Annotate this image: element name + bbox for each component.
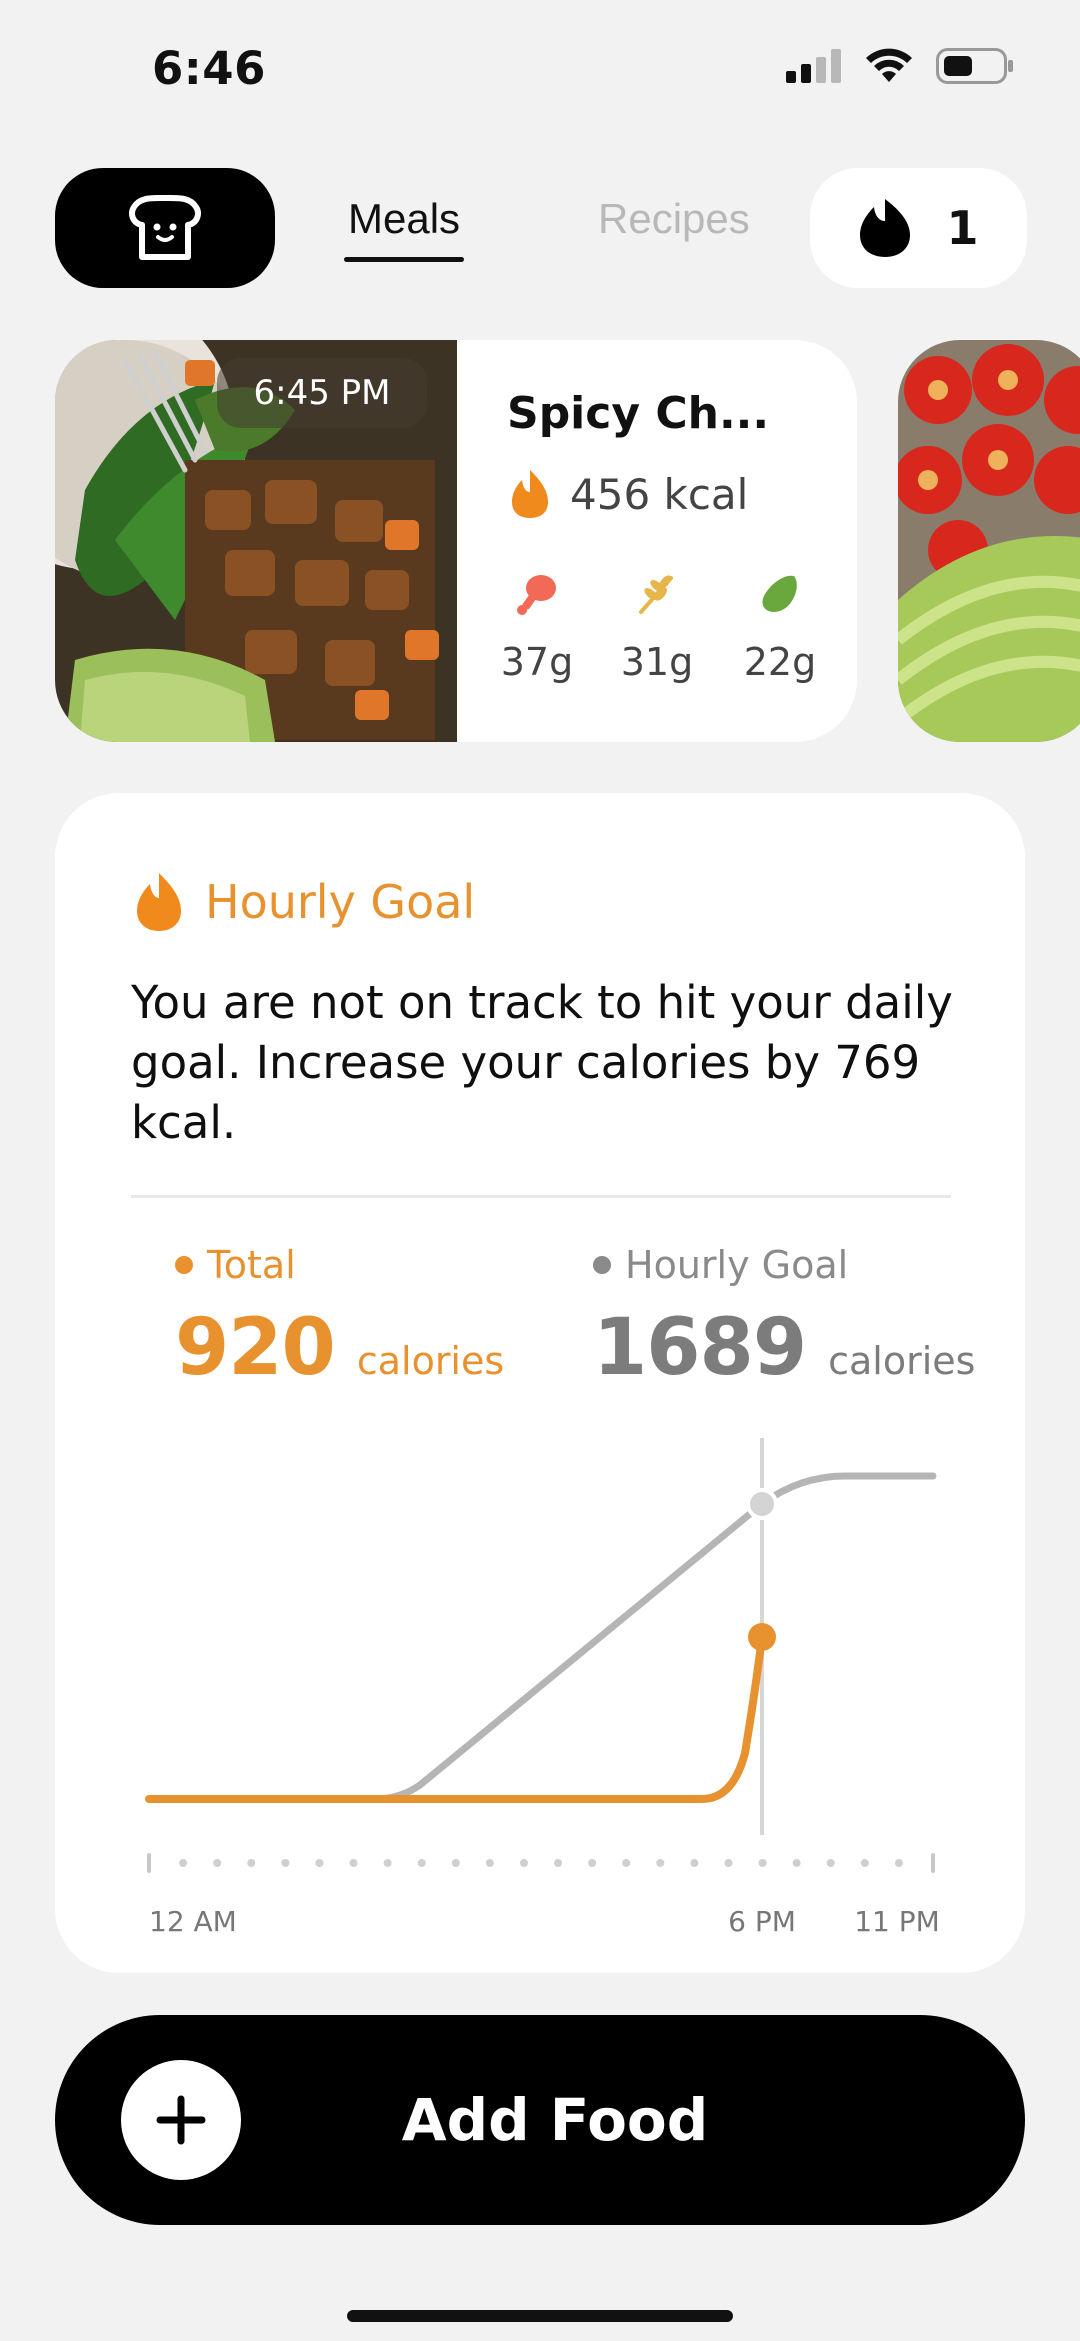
- axis-hour-dot: [349, 1859, 358, 1867]
- battery-icon: [936, 48, 1013, 84]
- series-hourly-goal-point: [746, 1488, 778, 1520]
- axis-hour-dot: [622, 1859, 631, 1867]
- x-tick-label: 12 AM: [149, 1905, 237, 1938]
- meal-photo-next: [898, 340, 1080, 742]
- flame-icon: [860, 199, 911, 257]
- axis-hour-dot: [894, 1859, 903, 1867]
- add-food-label: Add Food: [401, 2086, 709, 2154]
- wheat-icon: [639, 575, 673, 614]
- flame-icon: [512, 470, 548, 518]
- meal-time: 6:45 PM: [217, 358, 427, 428]
- axis-hour-dot: [179, 1859, 188, 1867]
- meal-card[interactable]: 6:45 PM Spicy Ch... 456 kcal 37g 31g 22g: [55, 340, 857, 742]
- macro-carbs: 31g: [612, 572, 702, 684]
- axis-hour-dot: [792, 1859, 801, 1867]
- axis-hour-dot: [417, 1859, 426, 1867]
- x-tick-label: 11 PM: [854, 1905, 940, 1938]
- axis-hour-dot: [724, 1859, 733, 1867]
- hourly-goal-card: Hourly Goal You are not on track to hit …: [55, 793, 1025, 1973]
- avocado-icon: [762, 575, 797, 612]
- meal-name: Spicy Ch...: [507, 388, 770, 439]
- toast-icon: [129, 195, 201, 260]
- streak-button[interactable]: 1: [810, 168, 1027, 288]
- meal-photo: 6:45 PM: [55, 340, 457, 742]
- axis-hour-dot: [826, 1859, 835, 1867]
- pantry-button[interactable]: [55, 168, 275, 288]
- tab-meals[interactable]: Meals: [344, 195, 465, 262]
- home-indicator: [347, 2310, 733, 2322]
- axis-hour-dot: [519, 1859, 528, 1867]
- meal-card-next[interactable]: [898, 340, 1080, 742]
- axis-hour-dot: [247, 1859, 256, 1867]
- x-tick-label: 6 PM: [728, 1905, 796, 1938]
- series-hourly-goal-line: [145, 1472, 937, 1803]
- axis-hour-dot: [758, 1859, 767, 1867]
- status-time: 6:46: [152, 42, 266, 95]
- axis-hour-dot: [451, 1859, 460, 1867]
- axis-hour-dot: [281, 1859, 290, 1867]
- macro-fat: 22g: [735, 572, 825, 684]
- macro-protein: 37g: [492, 572, 582, 684]
- axis-hour-dot: [860, 1859, 869, 1867]
- meal-kcal-label: 456 kcal: [570, 469, 749, 519]
- axis-hour-dot: [485, 1859, 494, 1867]
- macro-fat-value: 22g: [743, 640, 817, 684]
- axis-hour-dot: [213, 1859, 222, 1867]
- axis-hour-dot: [383, 1859, 392, 1867]
- status-icons: [786, 48, 1014, 84]
- axis-hour-dot: [656, 1859, 665, 1867]
- macro-carbs-value: 31g: [620, 640, 694, 684]
- tab-recipes-label: Recipes: [598, 195, 750, 242]
- tab-active-underline: [344, 257, 465, 262]
- drumstick-icon: [517, 575, 556, 615]
- wifi-icon: [866, 48, 912, 82]
- tab-meals-label: Meals: [348, 195, 461, 242]
- add-food-button[interactable]: Add Food: [55, 2015, 1025, 2225]
- axis-hour-dot: [315, 1859, 324, 1867]
- series-total-point: [748, 1623, 776, 1651]
- series-total-line: [145, 1633, 766, 1803]
- axis-hour-dot: [588, 1859, 597, 1867]
- macro-protein-value: 37g: [500, 640, 574, 684]
- axis-hour-dot: [690, 1859, 699, 1867]
- streak-count: 1: [946, 201, 979, 255]
- axis-hour-dot: [554, 1859, 563, 1867]
- signal-icon: [786, 49, 841, 83]
- calorie-chart: 12 AM 6 PM 11 PM: [145, 1438, 940, 1938]
- meal-kcal: 456 kcal: [510, 468, 748, 520]
- tab-recipes[interactable]: Recipes: [598, 195, 750, 243]
